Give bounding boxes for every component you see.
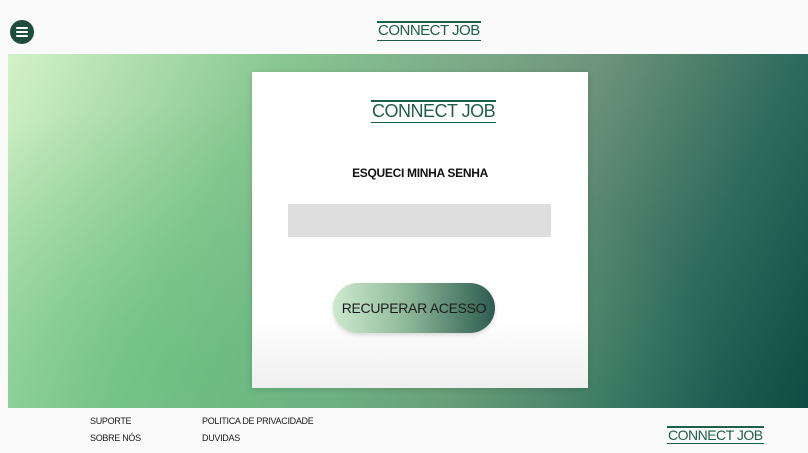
menu-bar — [16, 35, 28, 37]
email-input[interactable] — [288, 204, 551, 237]
footer-link-privacy[interactable]: POLITICA DE PRIVACIDADE — [202, 416, 314, 426]
menu-bar — [16, 27, 28, 29]
header-logo[interactable]: CONNECT JOB — [377, 21, 481, 41]
footer: SUPORTE SOBRE NÓS POLITICA DE PRIVACIDAD… — [0, 408, 808, 453]
page-title: ESQUECI MINHA SENHA — [352, 166, 488, 180]
recover-access-button[interactable]: RECUPERAR ACESSO — [333, 283, 495, 333]
hamburger-menu-icon[interactable] — [10, 20, 34, 44]
footer-link-support[interactable]: SUPORTE — [90, 416, 132, 426]
footer-logo[interactable]: CONNECT JOB — [667, 426, 764, 445]
top-header: CONNECT JOB — [0, 0, 808, 54]
card-logo: CONNECT JOB — [371, 100, 497, 123]
footer-link-faq[interactable]: DUVIDAS — [202, 433, 240, 443]
menu-bar — [16, 31, 28, 33]
password-recovery-card: CONNECT JOB ESQUECI MINHA SENHA RECUPERA… — [252, 72, 588, 388]
footer-link-about[interactable]: SOBRE NÓS — [90, 433, 141, 443]
